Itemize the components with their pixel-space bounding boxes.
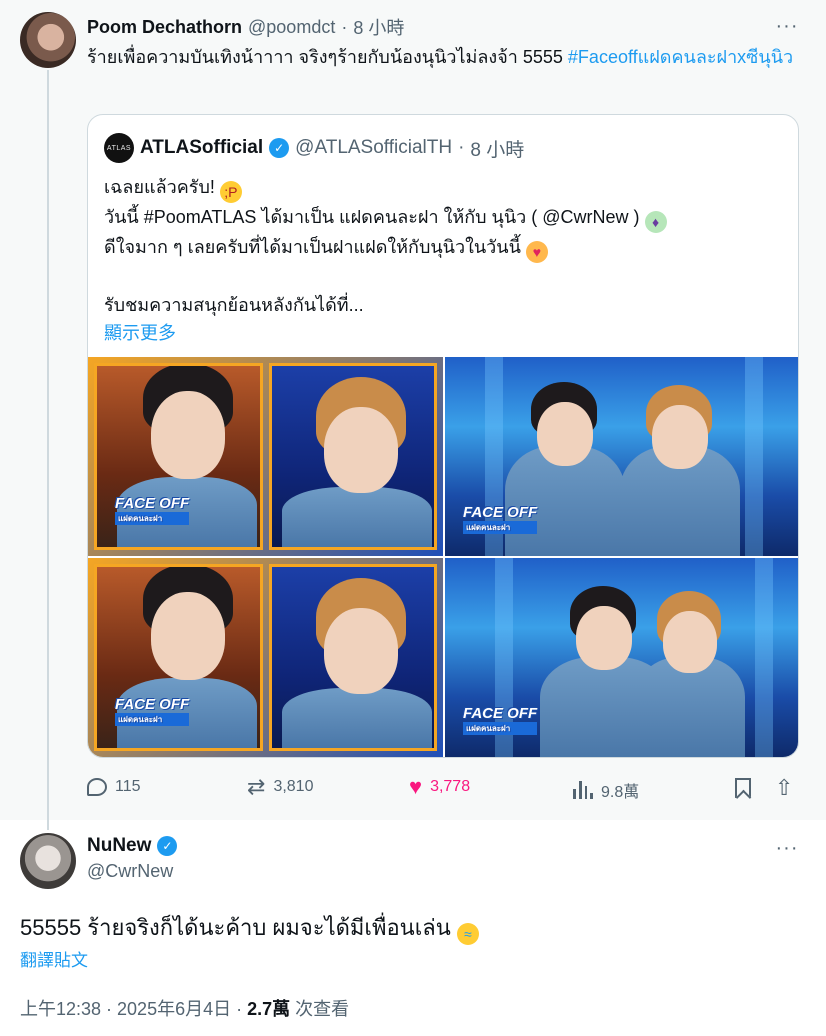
faceoff-logo-text: FACE OFF <box>115 495 190 512</box>
views-chart-icon <box>573 781 593 799</box>
tweet-text-body: ร้ายเพื่อความบันเทิงน้าาาา จริงๆร้ายกับน… <box>87 47 568 67</box>
reply-author-handle[interactable]: @CwrNew <box>87 861 177 882</box>
bookmark-button[interactable] <box>735 776 755 800</box>
quote-author-name[interactable]: ATLASofficial <box>140 137 263 159</box>
faceoff-logo-text: FACE OFF <box>463 705 538 722</box>
retweet-icon: ⇄ <box>247 774 266 799</box>
quote-line-text: วันนี้ #PoomATLAS ได้มาเป็น แฝดคนละฝา ให… <box>104 207 645 227</box>
performing-arts-emoji-icon: ♦ <box>644 211 667 233</box>
like-count: 3,778 <box>430 778 471 795</box>
media-image-2[interactable]: FACE OFF แฝดคนละฝา <box>445 357 798 556</box>
hashtag-link[interactable]: #Faceoffแฝดคนละฝาxซีนุนิว <box>568 47 793 67</box>
media-image-4[interactable]: FACE OFF แฝดคนละฝา <box>445 558 798 757</box>
faceoff-logo-sub: แฝดคนละฝา <box>463 521 538 534</box>
post-meta: 上午12:38 · 2025年6月4日 · 2.7萬 次查看 <box>20 995 349 1021</box>
faceoff-logo: FACE OFF แฝดคนละฝา <box>115 696 190 726</box>
tweet-actions: 115 ⇄ 3,810 ♥ 3,778 9.8萬 ⇧ <box>87 772 799 806</box>
separator-dot: · <box>341 16 348 37</box>
tweet-time[interactable]: 8 小時 <box>353 14 404 40</box>
post-timestamp[interactable]: 上午12:38 · 2025年6月4日 · <box>20 999 247 1019</box>
quote-time[interactable]: 8 小時 <box>470 135 524 162</box>
avatar[interactable] <box>20 833 76 889</box>
quote-line: ดีใจมาก ๆ เลยครับที่ได้มาเป็นฝาแฝดให้กับ… <box>104 233 784 263</box>
quote-text: เฉลยแล้วครับ! ;P วันนี้ #PoomATLAS ได้มา… <box>104 173 784 347</box>
quote-line: รับชมความสนุกย้อนหลังกันได้ที่... <box>104 291 784 319</box>
tweet-header: Poom Dechathorn @poomdct · 8 小時 <box>87 14 404 40</box>
smiling-hearts-emoji-icon: ♥ <box>525 241 548 263</box>
faceoff-logo-sub: แฝดคนละฝา <box>115 713 190 726</box>
separator-dot: · <box>458 137 465 158</box>
reply-header: NuNew ✓ @CwrNew <box>87 835 178 882</box>
quote-header: ATLAS ATLASofficial ✓ @ATLASofficialTH ·… <box>104 133 524 163</box>
quote-author-handle[interactable]: @ATLASofficialTH <box>295 137 452 159</box>
quote-line-text: รับชมความสนุกย้อนหลังกันได้ที่... <box>104 295 364 315</box>
share-icon: ⇧ <box>775 775 794 800</box>
quote-line-text: ดีใจมาก ๆ เลยครับที่ได้มาเป็นฝาแฝดให้กับ… <box>104 237 526 257</box>
avatar[interactable] <box>20 12 76 68</box>
heart-icon: ♥ <box>409 774 423 799</box>
photo-frame <box>268 564 437 751</box>
views-button[interactable]: 9.8萬 <box>573 778 639 802</box>
verified-badge-icon: ✓ <box>157 836 178 856</box>
reply-tweet-text: 55555 ร้ายจริงก็ได้นะค้าบ ผมจะได้มีเพื่อ… <box>20 910 479 945</box>
quote-line: วันนี้ #PoomATLAS ได้มาเป็น แฝดคนละฝา ให… <box>104 203 784 233</box>
person-figure <box>281 578 432 748</box>
more-options-icon[interactable]: ··· <box>775 14 799 38</box>
retweet-button[interactable]: ⇄ 3,810 <box>247 774 314 799</box>
photo-frame: FACE OFF แฝดคนละฝา <box>94 363 263 550</box>
like-button[interactable]: ♥ 3,778 <box>409 774 471 799</box>
photo-frame: FACE OFF แฝดคนละฝา <box>94 564 263 751</box>
reply-icon <box>87 778 107 796</box>
faceoff-logo-text: FACE OFF <box>115 696 190 713</box>
author-name[interactable]: Poom Dechathorn <box>87 17 242 38</box>
reply-author-name[interactable]: NuNew <box>87 835 151 857</box>
share-button[interactable]: ⇧ <box>775 775 794 800</box>
faceoff-logo-sub: แฝดคนละฝา <box>463 722 538 735</box>
thread-connector-line <box>47 70 49 830</box>
quote-line-text: เฉลยแล้วครับ! <box>104 177 220 197</box>
reply-button[interactable]: 115 <box>87 778 141 796</box>
photo-frame <box>268 363 437 550</box>
quote-avatar[interactable]: ATLAS <box>104 133 134 163</box>
verified-badge-icon: ✓ <box>269 138 290 158</box>
person-figure <box>281 377 432 547</box>
quote-line: เฉลยแล้วครับ! ;P <box>104 173 784 203</box>
person-figure <box>620 381 740 556</box>
faceoff-logo: FACE OFF แฝดคนละฝา <box>115 495 190 525</box>
faceoff-logo: FACE OFF แฝดคนละฝา <box>463 705 538 735</box>
retweet-count: 3,810 <box>273 778 314 795</box>
media-grid: FACE OFF แฝดคนละฝา FACE OFF แฝดคนละฝา FA… <box>88 357 798 757</box>
media-image-3[interactable]: FACE OFF แฝดคนละฝา <box>88 558 443 757</box>
post-views-count: 2.7萬 <box>247 999 291 1019</box>
faceoff-logo-text: FACE OFF <box>463 504 538 521</box>
more-options-icon[interactable]: ··· <box>775 836 799 860</box>
quoted-tweet[interactable]: ATLAS ATLASofficial ✓ @ATLASofficialTH ·… <box>87 114 799 758</box>
reply-text-body: 55555 ร้ายจริงก็ได้นะค้าบ ผมจะได้มีเพื่อ… <box>20 915 457 940</box>
tweet-text: ร้ายเพื่อความบันเทิงน้าาาา จริงๆร้ายกับน… <box>87 44 797 71</box>
faceoff-logo: FACE OFF แฝดคนละฝา <box>463 504 538 534</box>
views-count: 9.8萬 <box>601 784 640 801</box>
tears-of-joy-emoji-icon: ≈ <box>456 923 479 945</box>
person-figure <box>635 587 745 757</box>
quote-blank-line <box>104 263 784 291</box>
show-more-link[interactable]: 顯示更多 <box>104 319 784 347</box>
reply-count: 115 <box>115 778 141 795</box>
media-image-1[interactable]: FACE OFF แฝดคนละฝา <box>88 357 443 556</box>
author-handle[interactable]: @poomdct <box>248 17 335 38</box>
faceoff-logo-sub: แฝดคนละฝา <box>115 512 190 525</box>
translate-post-link[interactable]: 翻譯貼文 <box>20 946 88 971</box>
bookmark-icon <box>735 778 751 798</box>
reply-author: NuNew ✓ <box>87 835 178 857</box>
post-views-label: 次查看 <box>290 999 350 1019</box>
winking-tongue-emoji-icon: ;P <box>219 181 242 203</box>
